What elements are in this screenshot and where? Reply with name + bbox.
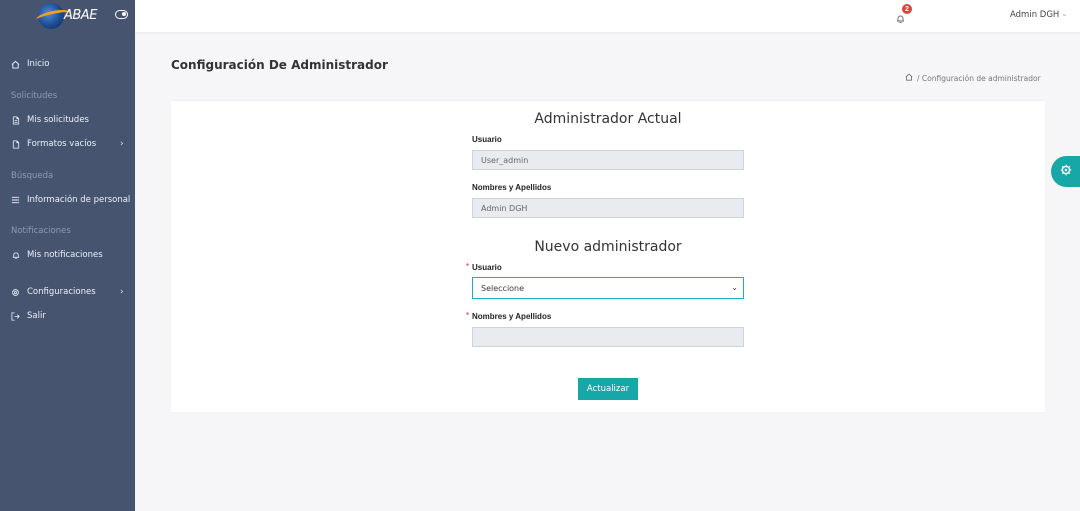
sidebar-toggle-icon[interactable] bbox=[115, 10, 128, 19]
sidebar-item-mis-solicitudes[interactable]: Mis solicitudes bbox=[0, 110, 135, 130]
sidebar-item-inicio[interactable]: Inicio bbox=[0, 54, 135, 74]
new-user-select[interactable]: Seleccione ⌄ bbox=[472, 277, 744, 299]
sidebar-item-label: Mis solicitudes bbox=[27, 115, 89, 125]
user-menu[interactable]: Admin DGH bbox=[1010, 10, 1059, 20]
sidebar-item-label: Configuraciones bbox=[27, 287, 96, 297]
sidebar-section-solicitudes: Solicitudes bbox=[11, 91, 58, 101]
breadcrumb-current: / Configuración de administrador bbox=[917, 73, 1041, 83]
page-title: Configuración De Administrador bbox=[171, 58, 388, 72]
sidebar-item-salir[interactable]: Salir bbox=[0, 306, 135, 326]
document-icon bbox=[11, 139, 20, 149]
current-user-label: Usuario bbox=[472, 135, 502, 144]
sidebar-item-mis-notificaciones[interactable]: Mis notificaciones bbox=[0, 245, 135, 265]
notification-badge: 2 bbox=[902, 4, 912, 14]
breadcrumb: / Configuración de administrador bbox=[905, 73, 1041, 83]
sidebar-item-label: Salir bbox=[27, 311, 46, 321]
new-user-select-value: Seleccione bbox=[481, 283, 525, 293]
list-icon bbox=[11, 196, 20, 205]
sidebar-item-label: Formatos vacíos bbox=[27, 139, 97, 149]
chevron-right-icon: › bbox=[120, 139, 124, 149]
brand-bar: ABAE bbox=[0, 0, 135, 32]
gear-icon bbox=[11, 288, 20, 297]
sidebar-item-informacion-personal[interactable]: Información de personal bbox=[0, 190, 135, 210]
current-name-label: Nombres y Apellidos bbox=[472, 183, 552, 192]
sidebar-item-label: Información de personal bbox=[27, 195, 131, 205]
logo[interactable]: ABAE bbox=[35, 3, 102, 29]
actualizar-button[interactable]: Actualizar bbox=[578, 378, 638, 400]
chevron-down-icon: ⌄ bbox=[731, 283, 738, 292]
floating-settings-button[interactable] bbox=[1051, 156, 1080, 187]
required-mark: * bbox=[466, 262, 470, 271]
current-name-field: Admin DGH bbox=[472, 198, 744, 218]
file-icon bbox=[11, 115, 20, 125]
home-icon bbox=[11, 60, 20, 69]
new-name-label: Nombres y Apellidos bbox=[472, 312, 552, 321]
new-admin-title: Nuevo administrador bbox=[534, 239, 682, 255]
sidebar-section-notificaciones: Notificaciones bbox=[11, 226, 71, 236]
required-mark: * bbox=[466, 311, 470, 320]
bell-icon bbox=[11, 251, 20, 260]
sidebar-item-label: Mis notificaciones bbox=[27, 250, 103, 260]
home-icon[interactable] bbox=[905, 73, 913, 83]
logo-wordmark: ABAE bbox=[64, 8, 97, 23]
current-user-field: User_admin bbox=[472, 150, 744, 170]
gear-icon bbox=[1060, 163, 1072, 181]
sidebar-item-formatos-vacios[interactable]: Formatos vacíos › bbox=[0, 134, 135, 154]
top-header: 2 Admin DGH ⌄ bbox=[135, 0, 1080, 32]
admin-config-card: Administrador Actual Usuario User_admin … bbox=[171, 101, 1045, 412]
sidebar-section-busqueda: Búsqueda bbox=[11, 171, 54, 181]
chevron-right-icon: › bbox=[120, 287, 124, 297]
chevron-down-icon[interactable]: ⌄ bbox=[1061, 9, 1068, 18]
new-name-field[interactable] bbox=[472, 327, 744, 347]
current-admin-title: Administrador Actual bbox=[534, 111, 682, 127]
sidebar-item-configuraciones[interactable]: Configuraciones › bbox=[0, 282, 135, 302]
sidebar: ABAE Inicio Solicitudes Mis solicitudes … bbox=[0, 0, 135, 511]
new-user-label: Usuario bbox=[472, 263, 502, 272]
logout-icon bbox=[11, 311, 20, 321]
sidebar-item-label: Inicio bbox=[27, 59, 50, 69]
